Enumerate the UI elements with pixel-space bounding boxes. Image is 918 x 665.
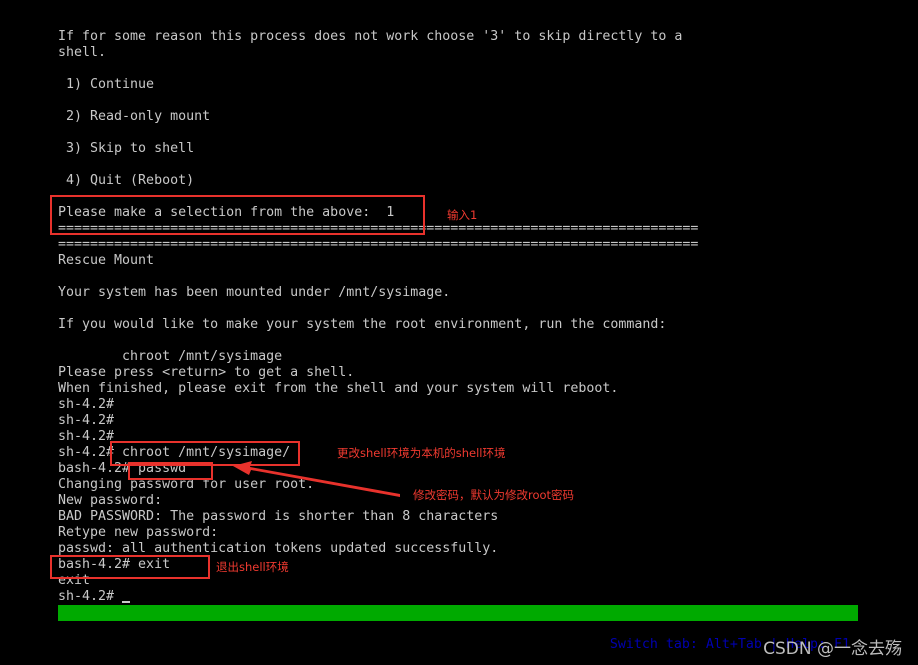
note-chroot: 更改shell环境为本机的shell环境 [337,446,506,460]
note-select: 输入1 [447,208,478,222]
arrow-icon [233,461,400,497]
watermark: CSDN @一念去殇 [763,639,902,659]
note-exit: 退出shell环境 [216,560,289,574]
annotation-arrow [233,461,400,497]
terminal-screen[interactable]: If for some reason this process does not… [0,0,918,665]
note-passwd: 修改密码，默认为修改root密码 [413,488,575,502]
